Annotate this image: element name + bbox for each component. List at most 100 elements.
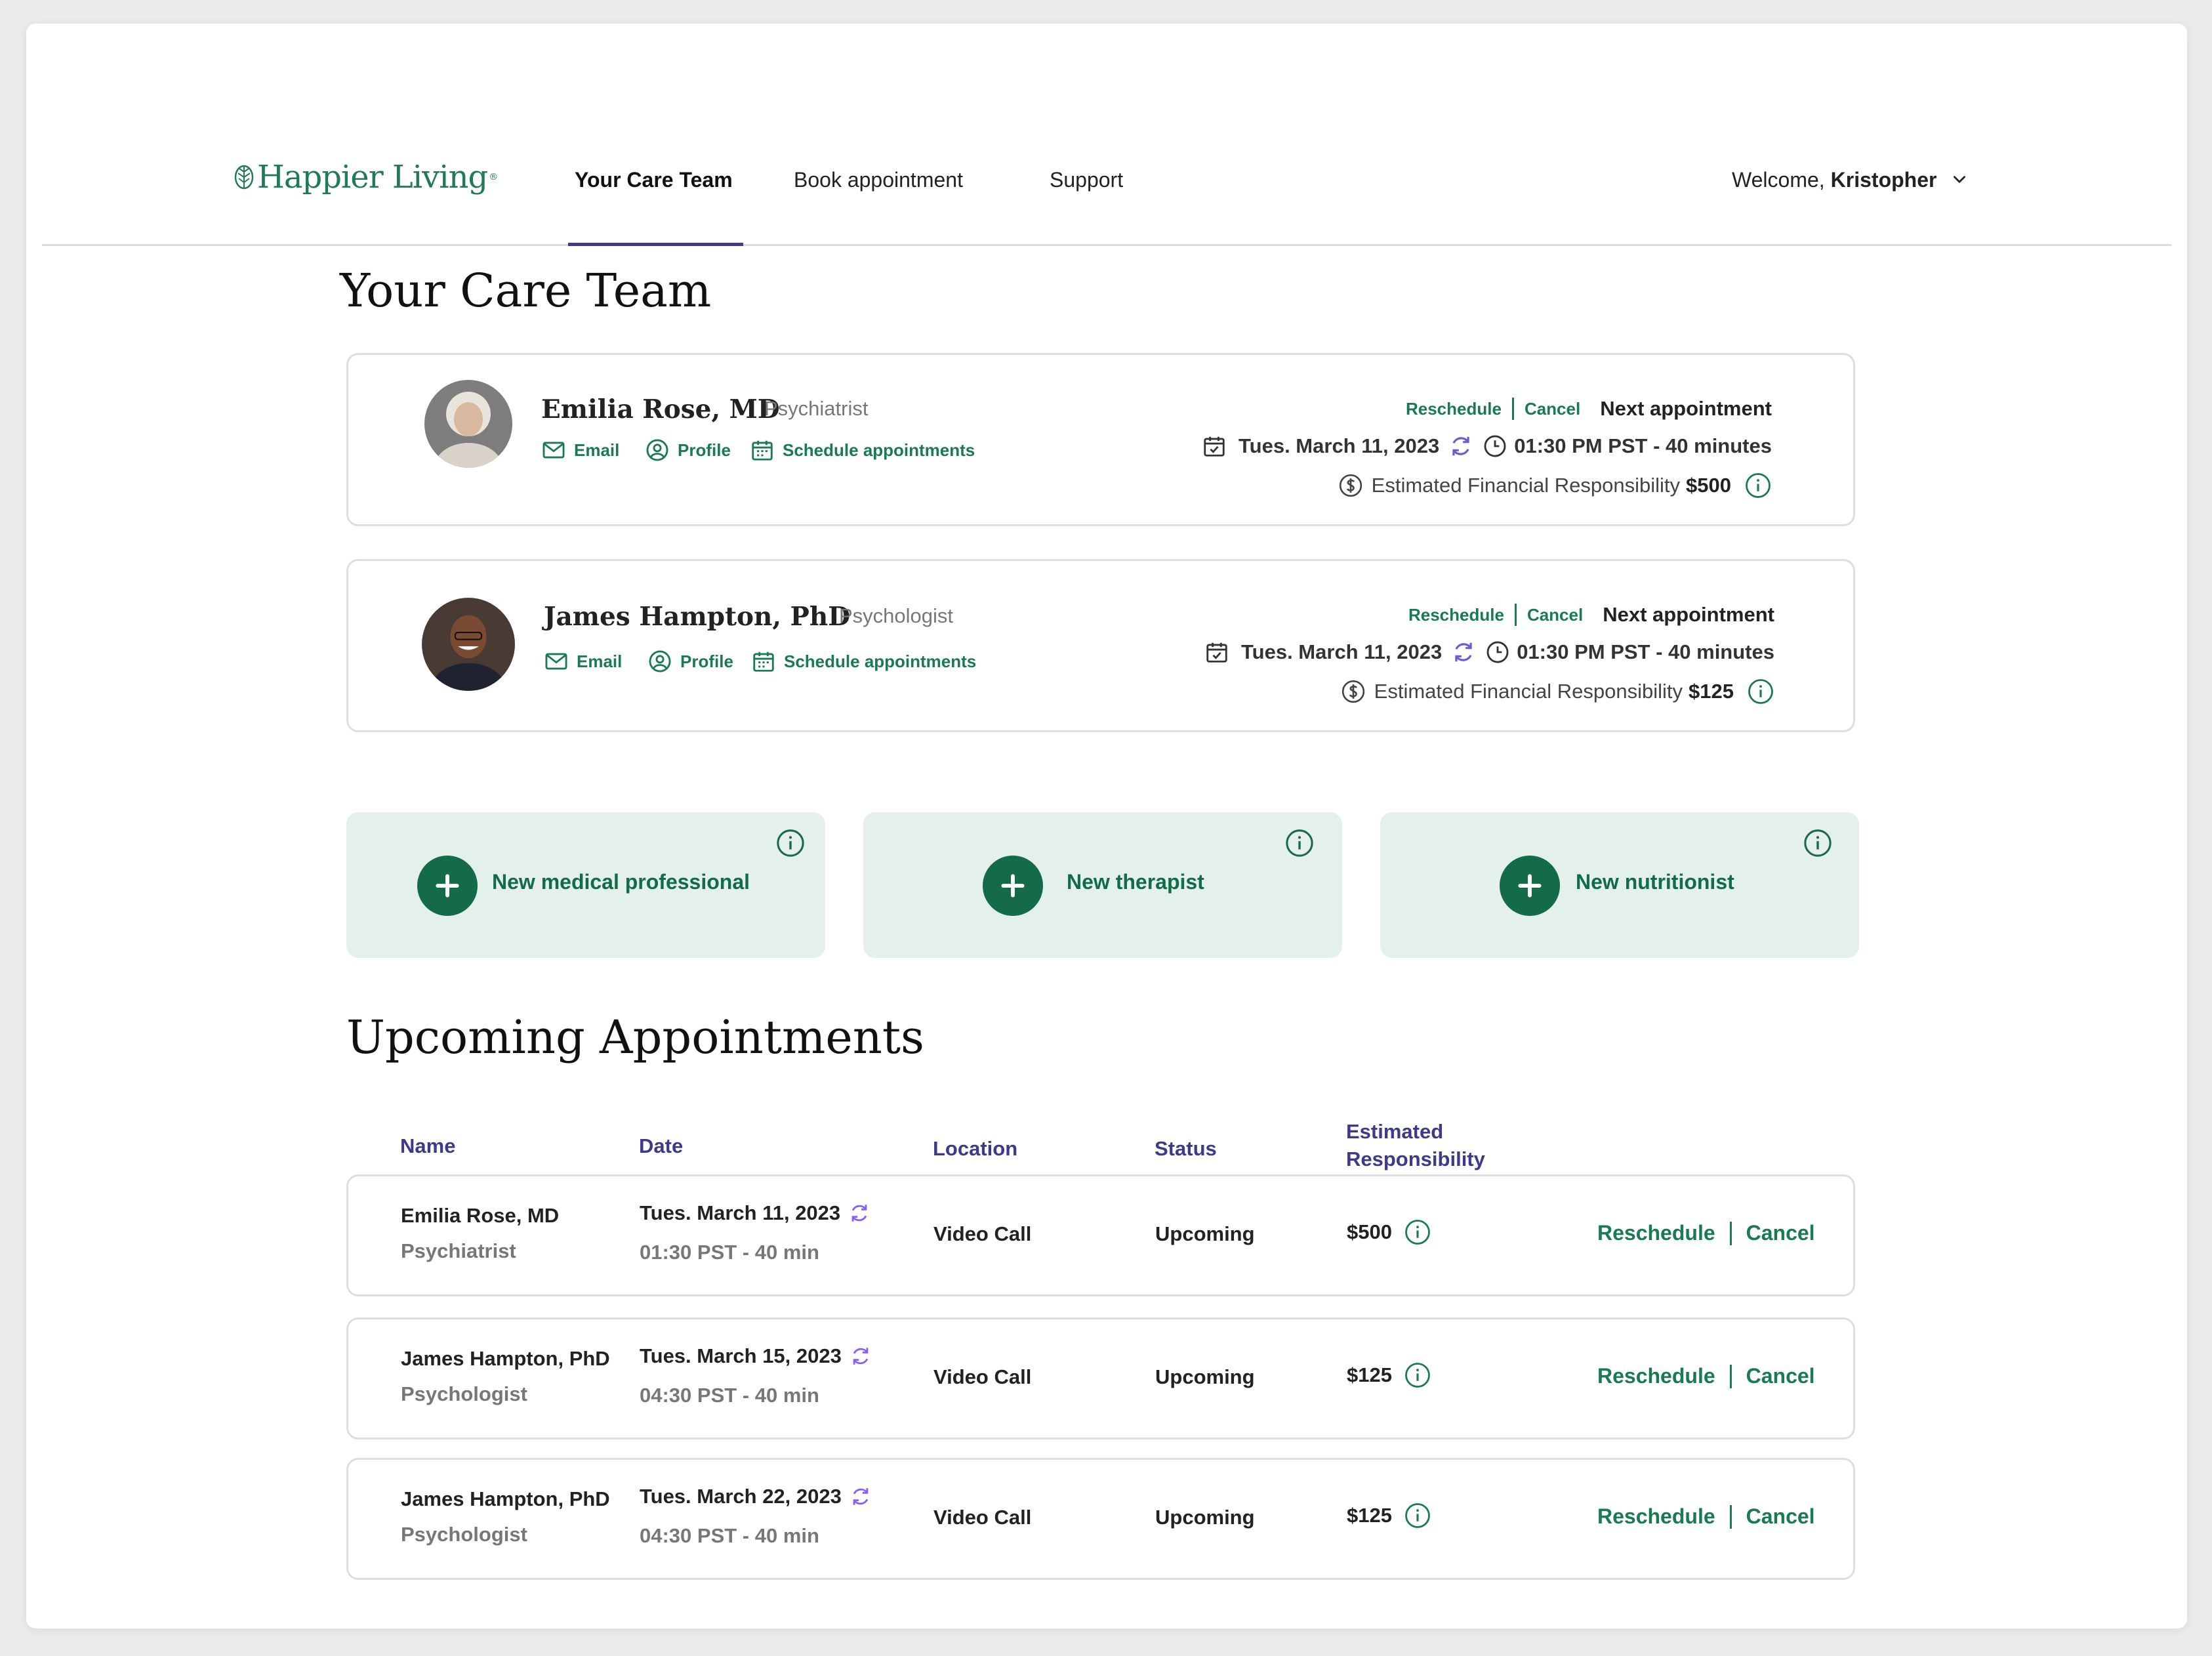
welcome-text: Welcome, (1732, 167, 1825, 192)
row-amount-text: $125 (1347, 1504, 1392, 1527)
add-medical-professional-card[interactable]: New medical professional (346, 812, 825, 958)
row-date: Tues. March 15, 2023 (640, 1344, 872, 1368)
provider-role: Psychologist (839, 604, 954, 627)
row-time: 04:30 PST - 40 min (640, 1384, 819, 1407)
row-date: Tues. March 11, 2023 (640, 1201, 870, 1225)
reschedule-link[interactable]: Reschedule (1597, 1221, 1715, 1245)
registered-mark: ® (489, 172, 498, 182)
recurring-icon (1452, 436, 1469, 456)
top-nav: Happier Living ® Your Care Team Book app… (42, 115, 2171, 246)
add-nutritionist-card[interactable]: New nutritionist (1380, 812, 1859, 958)
email-label: Email (574, 440, 620, 460)
divider (1511, 398, 1514, 420)
row-date: Tues. March 22, 2023 (640, 1485, 872, 1508)
row-status: Upcoming (1155, 1365, 1255, 1388)
cancel-link[interactable]: Cancel (1525, 399, 1580, 419)
cancel-link[interactable]: Cancel (1527, 605, 1583, 625)
add-card-label: New therapist (1067, 870, 1204, 894)
column-header-location[interactable]: Location (933, 1135, 1017, 1163)
next-appointment-date: Tues. March 11, 2023 (1239, 434, 1440, 457)
upcoming-appointments-title: Upcoming Appointments (346, 1010, 924, 1064)
row-amount-text: $125 (1347, 1363, 1392, 1386)
info-icon[interactable] (1744, 472, 1772, 499)
reschedule-link[interactable]: Reschedule (1406, 399, 1502, 419)
cancel-link[interactable]: Cancel (1746, 1364, 1815, 1388)
row-date-text: Tues. March 11, 2023 (640, 1201, 841, 1224)
logo[interactable]: Happier Living ® (234, 159, 498, 196)
row-actions: Reschedule Cancel (1597, 1364, 1815, 1388)
row-time: 01:30 PST - 40 min (640, 1241, 819, 1264)
recurring-icon (853, 1488, 869, 1505)
row-role: Psychologist (401, 1523, 527, 1546)
user-menu[interactable]: Welcome, Kristopher (1732, 115, 1968, 244)
dollar-circle-icon (1342, 680, 1364, 703)
row-amount: $125 (1347, 1361, 1431, 1389)
divider (1729, 1364, 1732, 1388)
info-icon[interactable] (1803, 828, 1833, 858)
row-status: Upcoming (1155, 1222, 1255, 1245)
column-header-status[interactable]: Status (1155, 1135, 1217, 1163)
next-appointment-label: Next appointment (1603, 603, 1774, 626)
tab-support[interactable]: Support (1050, 115, 1123, 244)
row-role: Psychiatrist (401, 1239, 516, 1262)
tab-book-appointment[interactable]: Book appointment (794, 115, 963, 244)
reschedule-link[interactable]: Reschedule (1408, 605, 1504, 625)
row-location: Video Call (933, 1506, 1032, 1529)
row-role: Psychologist (401, 1382, 527, 1405)
info-icon[interactable] (775, 828, 806, 858)
plus-icon (1500, 856, 1560, 916)
provider-name: James Hampton, PhD (544, 602, 851, 632)
next-appointment-time: 01:30 PM PST - 40 minutes (1517, 640, 1774, 663)
profile-link[interactable]: Profile (647, 649, 733, 674)
email-link[interactable]: Email (544, 649, 622, 674)
cancel-link[interactable]: Cancel (1746, 1221, 1815, 1245)
reschedule-link[interactable]: Reschedule (1597, 1364, 1715, 1388)
row-time: 04:30 PST - 40 min (640, 1524, 819, 1547)
info-icon[interactable] (1404, 1361, 1431, 1389)
cancel-link[interactable]: Cancel (1746, 1504, 1815, 1529)
row-date-text: Tues. March 15, 2023 (640, 1344, 842, 1367)
next-appointment-details: Tues. March 11, 2023 01:30 PM PST - 40 m… (1204, 640, 1774, 665)
row-name: James Hampton, PhD (401, 1487, 610, 1510)
row-name: James Hampton, PhD (401, 1347, 610, 1370)
column-header-responsibility-line2: Responsibility (1346, 1148, 1485, 1170)
next-appointment-details: Tues. March 11, 2023 01:30 PM PST - 40 m… (1202, 434, 1772, 459)
responsibility-amount: $500 (1686, 474, 1731, 497)
clock-icon (1484, 435, 1506, 457)
calendar-check-icon (1206, 642, 1227, 663)
tab-your-care-team[interactable]: Your Care Team (568, 115, 743, 246)
divider (1729, 1221, 1732, 1245)
info-icon[interactable] (1284, 828, 1315, 858)
add-card-label: New nutritionist (1576, 870, 1734, 894)
recurring-icon (851, 1205, 867, 1222)
info-icon[interactable] (1747, 678, 1774, 705)
mail-icon (543, 442, 565, 459)
avatar (424, 380, 512, 468)
profile-link[interactable]: Profile (645, 438, 731, 463)
column-header-name[interactable]: Name (400, 1132, 455, 1160)
email-link[interactable]: Email (541, 438, 619, 463)
add-therapist-card[interactable]: New therapist (863, 812, 1342, 958)
add-card-label: New medical professional (492, 870, 750, 894)
info-icon[interactable] (1404, 1218, 1431, 1246)
dollar-circle-icon (1339, 474, 1362, 497)
provider-photo-icon (424, 380, 512, 468)
reschedule-link[interactable]: Reschedule (1597, 1504, 1715, 1529)
info-icon[interactable] (1404, 1502, 1431, 1529)
profile-label: Profile (678, 440, 731, 460)
provider-card: James Hampton, PhD Psychologist Email Pr… (346, 559, 1855, 732)
schedule-appointments-link[interactable]: Schedule appointments (750, 438, 975, 463)
table-row: James Hampton, PhD Psychologist Tues. Ma… (346, 1317, 1855, 1439)
row-location: Video Call (933, 1222, 1032, 1245)
row-amount-text: $500 (1347, 1220, 1392, 1243)
appointment-actions: Reschedule Cancel Next appointment (1406, 397, 1772, 421)
column-header-date[interactable]: Date (639, 1132, 683, 1160)
column-header-responsibility[interactable]: Estimated Responsibility (1346, 1118, 1485, 1173)
appointment-actions: Reschedule Cancel Next appointment (1408, 603, 1774, 627)
next-appointment-label: Next appointment (1600, 397, 1772, 420)
chevron-down-icon (1954, 176, 1966, 183)
email-label: Email (577, 651, 623, 671)
financial-responsibility: Estimated Financial Responsibility $500 (1338, 472, 1772, 499)
schedule-label: Schedule appointments (783, 440, 975, 460)
schedule-appointments-link[interactable]: Schedule appointments (751, 649, 976, 674)
